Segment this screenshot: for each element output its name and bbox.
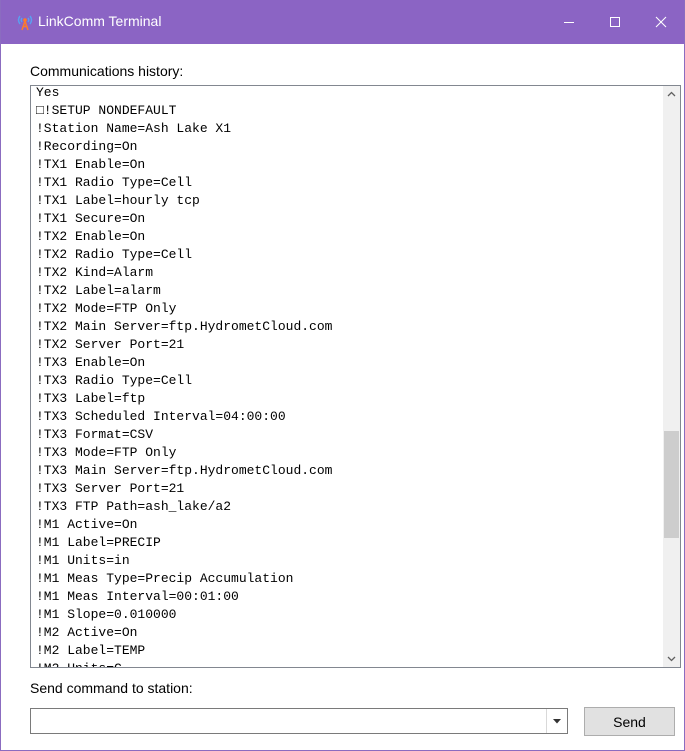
history-line: !M2 Units=C bbox=[36, 660, 661, 667]
communications-history-box[interactable]: Yes □!SETUP NONDEFAULT !Station Name=Ash L… bbox=[30, 85, 681, 668]
history-line: !M1 Meas Type=Precip Accumulation bbox=[36, 571, 294, 586]
history-line: !TX3 Server Port=21 bbox=[36, 481, 185, 496]
send-button[interactable]: Send bbox=[584, 707, 675, 736]
dropdown-arrow-icon bbox=[553, 719, 561, 724]
history-line: !TX1 Radio Type=Cell bbox=[36, 175, 193, 190]
history-line: !TX1 Secure=On bbox=[36, 211, 146, 226]
command-dropdown-button[interactable] bbox=[546, 709, 567, 733]
history-line: !TX3 Format=CSV bbox=[36, 427, 154, 442]
history-line: !M2 Active=On bbox=[36, 625, 138, 640]
history-line: !TX2 Radio Type=Cell bbox=[36, 247, 193, 262]
history-line: !TX3 Enable=On bbox=[36, 355, 146, 370]
history-line: !TX2 Enable=On bbox=[36, 229, 146, 244]
linkcomm-terminal-window: LinkComm Terminal Communications history… bbox=[0, 0, 685, 751]
history-line: !M1 Active=On bbox=[36, 517, 138, 532]
history-line: Yes bbox=[36, 85, 60, 100]
history-line: □!SETUP NONDEFAULT bbox=[36, 103, 177, 118]
history-line: !TX1 Enable=On bbox=[36, 157, 146, 172]
history-line: !M1 Units=in bbox=[36, 553, 130, 568]
history-line: !M1 Slope=0.010000 bbox=[36, 607, 177, 622]
history-line: !TX3 Main Server=ftp.HydrometCloud.com bbox=[36, 463, 333, 478]
minimize-button[interactable] bbox=[546, 0, 592, 44]
communications-history-label: Communications history: bbox=[30, 63, 184, 79]
scrollbar-thumb[interactable] bbox=[664, 431, 679, 538]
history-line: !TX2 Mode=FTP Only bbox=[36, 301, 177, 316]
send-command-label: Send command to station: bbox=[30, 680, 193, 696]
minimize-icon bbox=[564, 22, 574, 23]
history-line: !TX2 Kind=Alarm bbox=[36, 265, 154, 280]
history-line: !TX1 Label=hourly tcp bbox=[36, 193, 200, 208]
history-line: !TX2 Main Server=ftp.HydrometCloud.com bbox=[36, 319, 333, 334]
vertical-scrollbar[interactable] bbox=[663, 86, 680, 667]
history-line: !TX3 Mode=FTP Only bbox=[36, 445, 177, 460]
scroll-up-button[interactable] bbox=[663, 86, 680, 103]
history-line: !TX3 Scheduled Interval=04:00:00 bbox=[36, 409, 286, 424]
history-line: !M1 Label=PRECIP bbox=[36, 535, 161, 550]
window-title: LinkComm Terminal bbox=[38, 13, 162, 29]
history-line: !TX3 FTP Path=ash_lake/a2 bbox=[36, 499, 232, 514]
history-line: !TX3 Label=ftp bbox=[36, 391, 146, 406]
maximize-icon bbox=[610, 17, 620, 27]
close-button[interactable] bbox=[638, 0, 684, 44]
history-line: !TX2 Label=alarm bbox=[36, 283, 161, 298]
title-bar[interactable]: LinkComm Terminal bbox=[1, 0, 684, 44]
history-line: !Recording=On bbox=[36, 139, 138, 154]
history-line: !TX3 Radio Type=Cell bbox=[36, 373, 193, 388]
history-text: Yes □!SETUP NONDEFAULT !Station Name=Ash L… bbox=[36, 85, 661, 667]
history-line: !TX2 Server Port=21 bbox=[36, 337, 185, 352]
command-combobox[interactable] bbox=[30, 708, 568, 734]
command-input[interactable] bbox=[31, 709, 547, 733]
history-line: !Station Name=Ash Lake X1 bbox=[36, 121, 232, 136]
chevron-up-icon bbox=[667, 91, 676, 97]
maximize-button[interactable] bbox=[592, 0, 638, 44]
scroll-down-button[interactable] bbox=[663, 650, 680, 667]
history-line: !M1 Meas Interval=00:01:00 bbox=[36, 589, 239, 604]
chevron-down-icon bbox=[667, 656, 676, 662]
history-line: !M2 Label=TEMP bbox=[36, 643, 146, 658]
antenna-icon bbox=[16, 13, 34, 31]
close-icon bbox=[655, 16, 667, 28]
